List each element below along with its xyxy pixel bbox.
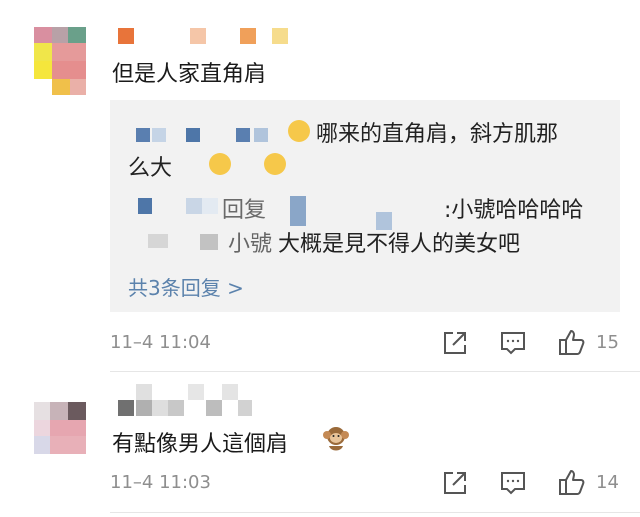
share-icon[interactable]	[442, 330, 468, 356]
like-count: 15	[596, 332, 619, 353]
reply-text: 哪来的直角肩，斜方肌那	[316, 122, 559, 147]
more-replies-link[interactable]: 共3条回复 >	[128, 272, 244, 301]
like-count: 14	[596, 472, 619, 493]
comment-timestamp: 11–4 11:03	[110, 472, 211, 493]
share-icon[interactable]	[442, 470, 468, 496]
comment-icon[interactable]	[500, 470, 526, 496]
comment-text: 有點像男人這個肩	[112, 432, 289, 457]
reply-mention: 小號	[228, 232, 273, 257]
divider	[110, 512, 640, 513]
shushing-face-icon	[209, 153, 232, 175]
thumbs-up-icon[interactable]	[558, 468, 586, 496]
monkey-emoji-icon	[320, 424, 352, 454]
thumbs-up-icon[interactable]	[558, 328, 586, 356]
reply-thread[interactable]: 哪来的直角肩，斜方肌那 么大 回复 :小號哈哈哈哈 小號 大概是見不得人的美女吧…	[110, 100, 620, 312]
avatar[interactable]	[34, 402, 86, 470]
reply-text-continued: 么大	[128, 156, 173, 181]
reply-text: 大概是見不得人的美女吧	[278, 232, 521, 257]
reply-word: 回复	[222, 198, 267, 223]
sleepy-face-icon	[288, 120, 310, 142]
comment-text: 但是人家直角肩	[112, 62, 267, 87]
reply-text: :小號哈哈哈哈	[444, 198, 584, 223]
comment-icon[interactable]	[500, 330, 526, 356]
comment-timestamp: 11–4 11:04	[110, 332, 211, 353]
shushing-face-icon	[264, 153, 287, 175]
divider	[110, 371, 640, 372]
avatar[interactable]	[34, 27, 86, 95]
